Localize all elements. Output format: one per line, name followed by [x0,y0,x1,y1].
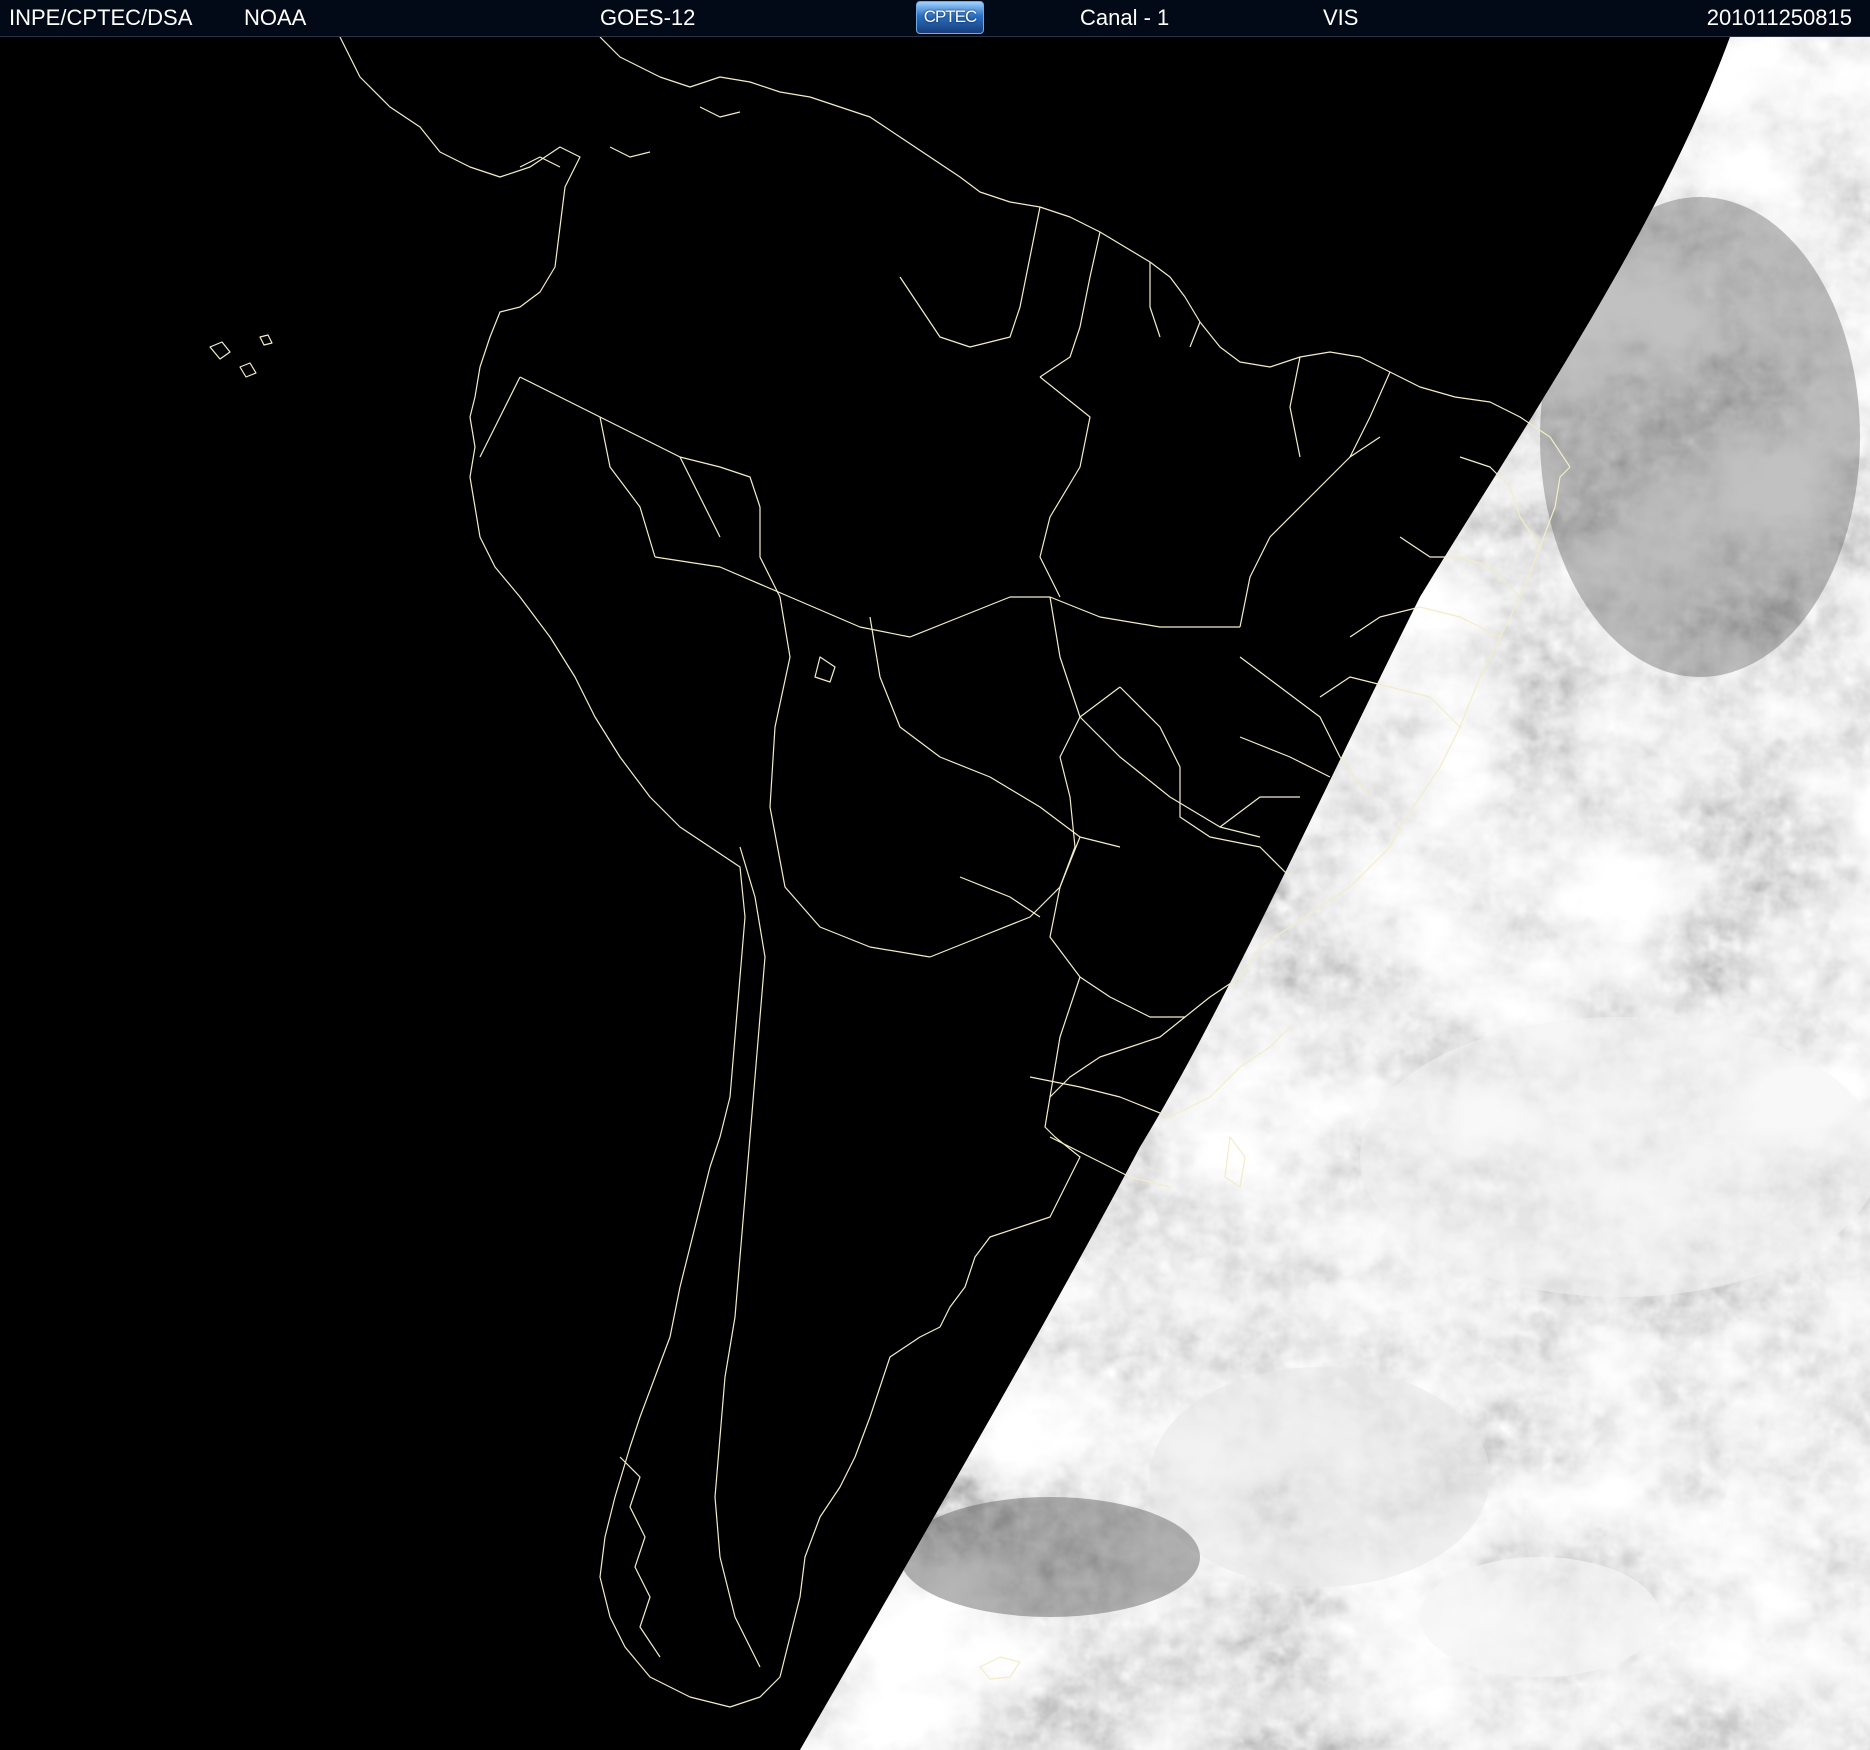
bright-cloud-patch [1420,1557,1660,1677]
image-header-bar: INPE/CPTEC/DSA NOAA GOES-12 CPTEC Canal … [0,0,1870,37]
channel-label: Canal - 1 [1080,5,1170,30]
satellite-label: GOES-12 [600,5,696,30]
cptec-logo: CPTEC [916,1,984,34]
map-view [0,37,1870,1750]
timestamp-label: 201011250815 [1706,5,1852,30]
band-label: VIS [1323,5,1359,30]
bright-cloud-band [1360,1017,1870,1297]
satellite-image-viewer: INPE/CPTEC/DSA NOAA GOES-12 CPTEC Canal … [0,0,1870,1750]
agency-label: INPE/CPTEC/DSA [9,5,193,30]
satellite-map [0,37,1870,1750]
organization-label: NOAA [244,5,307,30]
cyclone-swirl [1150,1367,1490,1587]
